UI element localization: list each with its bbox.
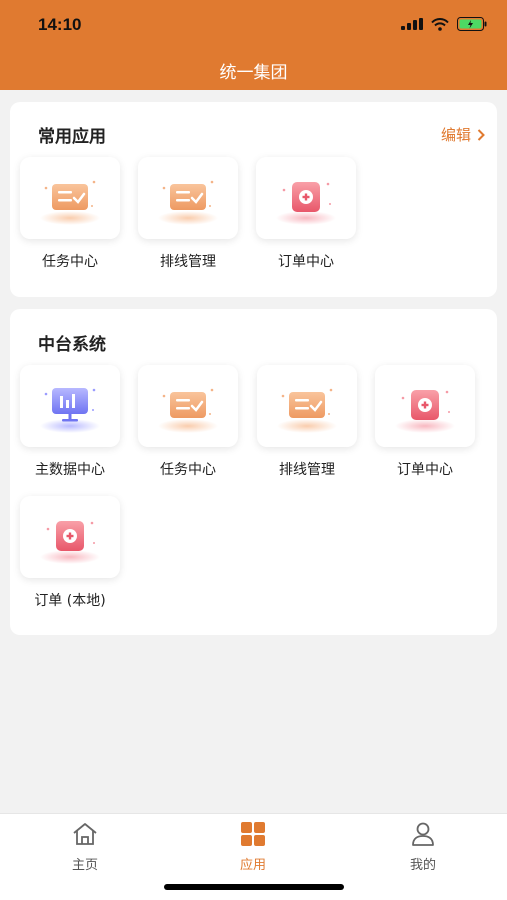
status-time: 14:10 — [38, 15, 82, 34]
home-indicator — [164, 884, 344, 890]
app-tile-order-center[interactable]: 订单中心 — [375, 365, 475, 479]
home-icon — [73, 823, 97, 845]
app-tile-route-management[interactable]: 排线管理 — [257, 365, 357, 479]
grid-icon — [241, 822, 265, 846]
order-box-icon — [30, 507, 110, 567]
tile-icon-box — [256, 157, 356, 239]
tab-home[interactable]: 主页 — [45, 822, 125, 873]
task-card-icon — [148, 376, 228, 436]
app-tile-label: 排线管理 — [279, 462, 335, 478]
app-tile-label: 任务中心 — [160, 462, 216, 478]
order-box-icon — [266, 168, 346, 228]
app-tile-order-center[interactable]: 订单中心 — [256, 157, 356, 271]
page-title: 统一集团 — [219, 63, 288, 83]
order-box-icon — [385, 376, 465, 436]
app-tile-task-center[interactable]: 任务中心 — [20, 157, 120, 271]
platform-card: 中台系统 主数据中心 任务中心 排线管理 订单中心 订单 (本地) — [10, 309, 497, 635]
app-tile-route-management[interactable]: 排线管理 — [138, 157, 238, 271]
monitor-chart-icon — [30, 376, 110, 436]
tile-icon-box — [20, 365, 120, 447]
edit-label: 编辑 — [440, 126, 471, 144]
task-card-icon — [30, 168, 110, 228]
tile-icon-box — [20, 496, 120, 578]
tile-icon-box — [138, 365, 238, 447]
tab-label: 主页 — [71, 858, 98, 873]
app-tile-label: 任务中心 — [42, 254, 98, 270]
app-tile-label: 订单中心 — [278, 254, 334, 270]
app-tile-label: 订单 (本地) — [34, 593, 106, 609]
app-tile-order-local[interactable]: 订单 (本地) — [20, 496, 120, 610]
common-apps-title: 常用应用 — [38, 127, 106, 147]
tab-label: 应用 — [239, 858, 266, 873]
wifi-icon — [431, 17, 449, 31]
app-tile-master-data[interactable]: 主数据中心 — [20, 365, 120, 479]
status-icons — [401, 17, 487, 31]
route-card-icon — [267, 376, 347, 436]
tile-icon-box — [257, 365, 357, 447]
tile-icon-box — [375, 365, 475, 447]
tab-apps[interactable]: 应用 — [213, 822, 293, 873]
app-header: 14:10 统一集团 — [0, 0, 507, 90]
app-tile-label: 排线管理 — [160, 254, 216, 270]
app-tile-label: 主数据中心 — [35, 462, 105, 478]
edit-button[interactable]: 编辑 — [441, 124, 485, 145]
battery-icon — [457, 17, 487, 31]
tab-me[interactable]: 我的 — [383, 822, 463, 873]
tile-icon-box — [20, 157, 120, 239]
signal-icon — [401, 18, 423, 30]
tile-icon-box — [138, 157, 238, 239]
app-tile-label: 订单中心 — [397, 462, 453, 478]
route-card-icon — [148, 168, 228, 228]
status-bar: 14:10 — [0, 0, 507, 50]
chevron-right-icon — [477, 128, 485, 141]
platform-title: 中台系统 — [38, 335, 106, 355]
user-icon — [412, 822, 434, 846]
common-apps-card: 常用应用 编辑 任务中心 排线管理 订单中心 — [10, 102, 497, 297]
app-tile-task-center[interactable]: 任务中心 — [138, 365, 238, 479]
tab-label: 我的 — [409, 858, 436, 873]
